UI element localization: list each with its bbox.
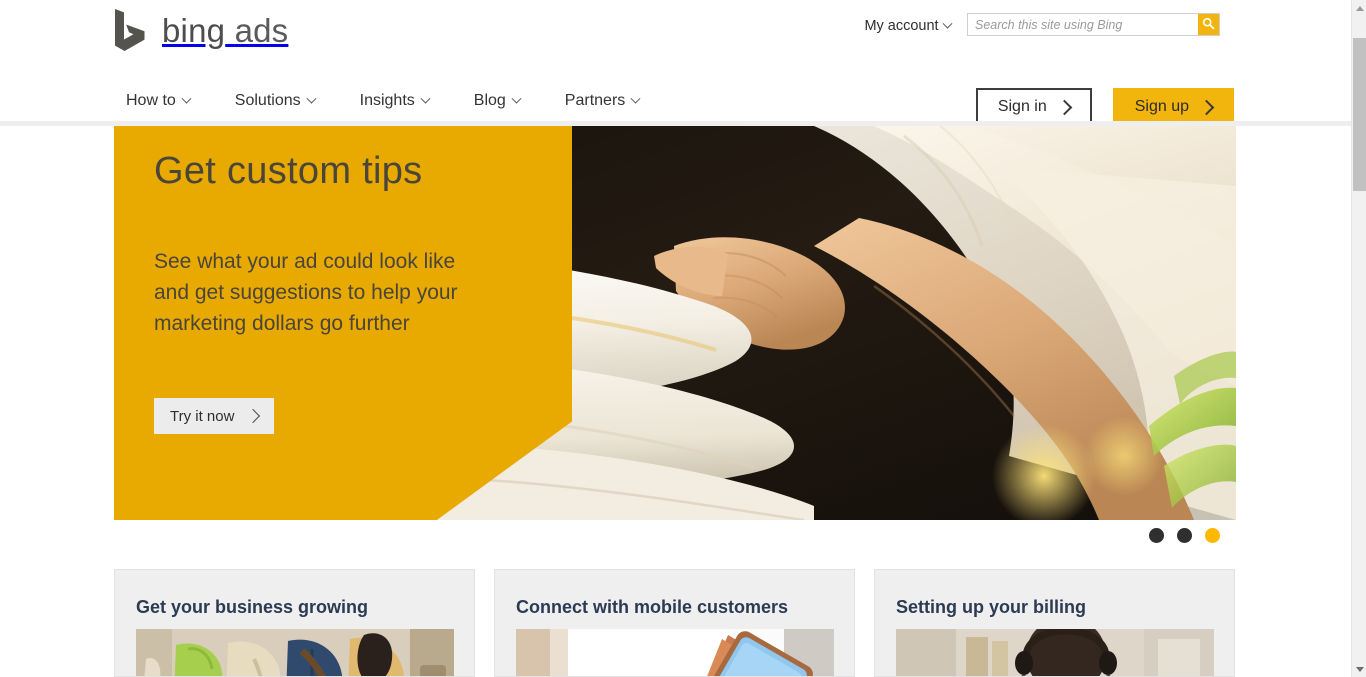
chevron-down-icon: [420, 93, 431, 104]
browser-page: bing ads My account Contact us United St…: [0, 0, 1366, 677]
hero-subtitle: See what your ad could look like and get…: [154, 250, 458, 335]
utility-header: bing ads My account Contact us United St…: [0, 0, 1351, 78]
search-button[interactable]: [1198, 14, 1219, 35]
card-title: Get your business growing: [136, 597, 369, 617]
chevron-down-icon: [942, 18, 953, 29]
card-image-man-headphones: [896, 629, 1214, 676]
scroll-down-arrow-icon: [1355, 666, 1364, 672]
scroll-up-button[interactable]: [1352, 0, 1366, 16]
main-navigation: How to Solutions Insights Blog Partners: [0, 78, 1351, 126]
chevron-down-icon: [511, 93, 522, 104]
nav-item-insights[interactable]: Insights: [359, 91, 431, 111]
nav-link-list: How to Solutions Insights Blog Partners: [126, 91, 641, 111]
nav-item-blog[interactable]: Blog: [473, 91, 522, 111]
scrollbar-thumb[interactable]: [1353, 38, 1366, 191]
carousel-dot-2[interactable]: [1177, 528, 1192, 543]
nav-item-label: Partners: [564, 92, 626, 109]
page-viewport: bing ads My account Contact us United St…: [0, 0, 1351, 677]
chevron-right-icon: [246, 408, 261, 424]
bing-logo-icon: [113, 8, 151, 52]
feature-card-mobile-customers[interactable]: Connect with mobile customers: [494, 569, 855, 677]
chevron-down-icon: [306, 93, 317, 104]
hero-title: Get custom tips: [154, 150, 423, 192]
chevron-right-icon: [1056, 99, 1073, 115]
feature-card-billing[interactable]: Setting up your billing: [874, 569, 1235, 677]
nav-item-label: Insights: [359, 92, 415, 109]
nav-item-how-to[interactable]: How to: [126, 91, 192, 111]
nav-item-label: Solutions: [234, 92, 301, 109]
utility-link-my-account[interactable]: My account: [864, 17, 953, 35]
hero-text-panel: Get custom tips See what your ad could l…: [114, 126, 572, 520]
scroll-up-arrow-icon: [1355, 5, 1364, 11]
search-input[interactable]: [968, 14, 1198, 35]
nav-item-partners[interactable]: Partners: [564, 91, 641, 111]
try-it-now-button[interactable]: Try it now: [154, 398, 275, 434]
nav-item-solutions[interactable]: Solutions: [234, 91, 317, 111]
chevron-right-icon: [1198, 99, 1215, 115]
card-title: Connect with mobile customers: [516, 597, 789, 617]
vertical-scrollbar[interactable]: [1351, 0, 1366, 677]
site-search: [967, 13, 1220, 36]
hero-banner[interactable]: Get custom tips See what your ad could l…: [114, 126, 1236, 520]
chevron-down-icon: [630, 93, 641, 104]
carousel-dot-1[interactable]: [1149, 528, 1164, 543]
sign-in-label: Sign in: [997, 98, 1047, 115]
feature-card-business-growing[interactable]: Get your business growing: [114, 569, 475, 677]
search-icon: [1202, 17, 1215, 33]
scroll-down-button[interactable]: [1352, 661, 1366, 677]
nav-item-label: How to: [126, 92, 176, 109]
card-image-smartphone: [516, 629, 834, 676]
try-it-now-label: Try it now: [170, 407, 235, 425]
nav-item-label: Blog: [473, 92, 506, 109]
card-image-shoppers: [136, 629, 454, 676]
feature-card-list: Get your business growing Connect with m…: [114, 569, 1236, 677]
logo-text: bing ads: [162, 11, 289, 49]
utility-link-label: My account: [864, 18, 939, 34]
sign-up-label: Sign up: [1134, 98, 1189, 115]
chevron-down-icon: [181, 93, 192, 104]
carousel-dot-3[interactable]: [1205, 528, 1220, 543]
bing-ads-logo[interactable]: bing ads: [113, 8, 288, 52]
carousel-indicators: [1149, 528, 1220, 543]
card-title: Setting up your billing: [896, 597, 1086, 617]
